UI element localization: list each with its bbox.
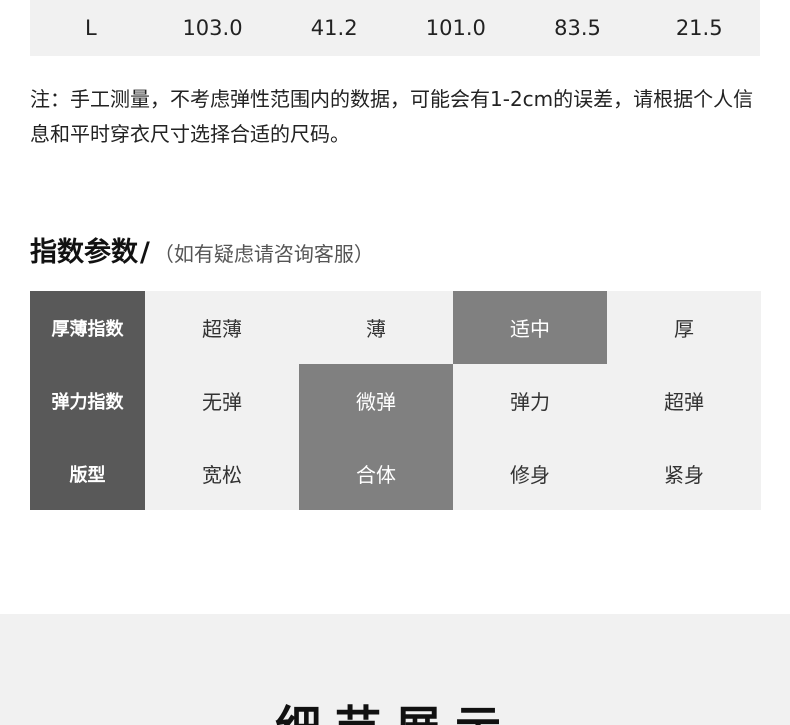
measurement-note: 注：手工测量，不考虑弹性范围内的数据，可能会有1-2cm的误差，请根据个人信息和… (30, 87, 754, 146)
option-cell: 微弹 (299, 364, 453, 437)
index-table: 厚薄指数 超薄 薄 适中 厚 弹力指数 无弹 微弹 弹力 超弹 版型 宽松 合体… (30, 291, 761, 510)
option-cell: 适中 (453, 291, 607, 364)
measure-cell: 41.2 (310, 16, 358, 40)
measure-cell: 101.0 (425, 16, 486, 40)
detail-section-title: 细节展示 (0, 692, 790, 725)
row-label-fit: 版型 (30, 437, 145, 510)
index-section-title: 指数参数 (30, 237, 138, 268)
size-cell: L (84, 16, 97, 40)
title-slash: / (140, 237, 150, 268)
measure-cell: 103.0 (182, 16, 243, 40)
option-cell: 紧身 (664, 463, 704, 487)
option-cell: 无弹 (202, 390, 242, 414)
detail-section: 细节展示 (0, 614, 790, 725)
option-cell: 弹力 (510, 390, 550, 414)
row-label-thickness: 厚薄指数 (30, 291, 145, 364)
option-cell: 薄 (366, 317, 386, 341)
size-table-row: L 103.0 41.2 101.0 83.5 21.5 (30, 0, 760, 56)
option-cell: 合体 (299, 437, 453, 510)
index-section-heading: 指数参数 / （如有疑虑请咨询客服） (30, 230, 374, 270)
option-cell: 宽松 (202, 463, 242, 487)
option-cell: 超薄 (202, 317, 242, 341)
option-cell: 修身 (510, 463, 550, 487)
option-cell: 超弹 (664, 390, 704, 414)
index-section-subtitle: （如有疑虑请咨询客服） (153, 242, 374, 266)
row-label-elasticity: 弹力指数 (30, 364, 145, 437)
measure-cell: 83.5 (554, 16, 601, 40)
measure-cell: 21.5 (675, 16, 723, 40)
option-cell: 厚 (674, 317, 694, 341)
